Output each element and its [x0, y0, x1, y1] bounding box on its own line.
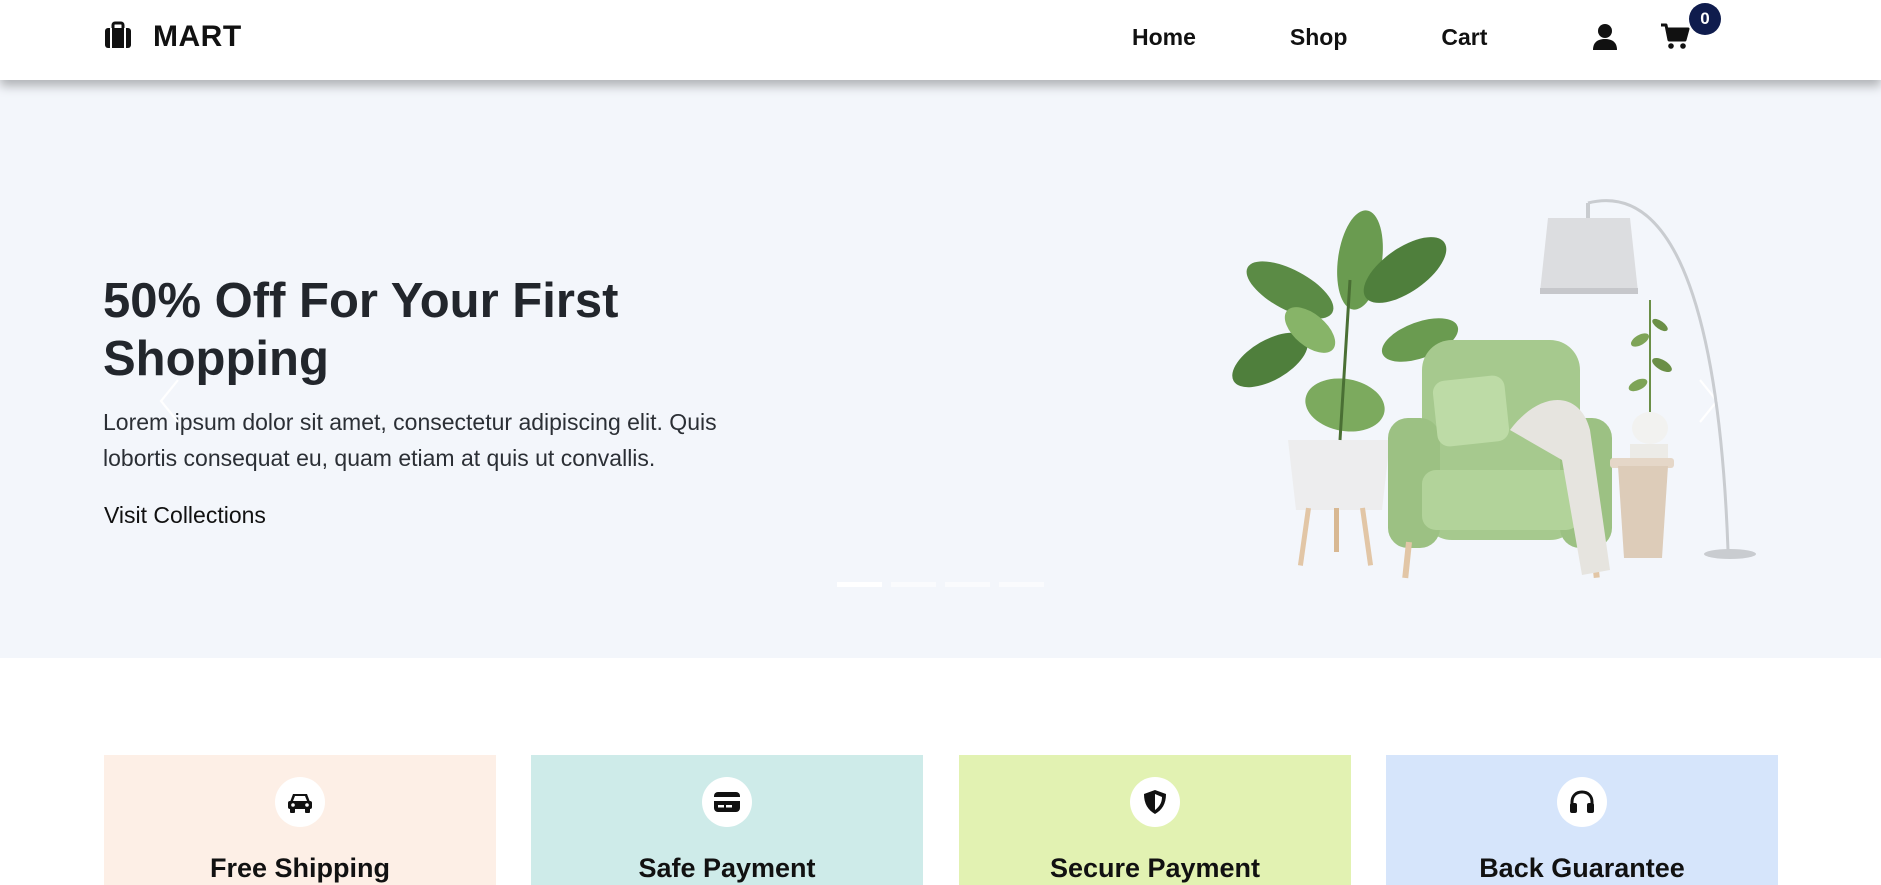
hero-title: 50% Off For Your First Shopping — [103, 274, 619, 386]
briefcase-icon — [103, 21, 133, 54]
cart-count-badge: 0 — [1689, 3, 1721, 35]
feature-card-free-shipping: Free Shipping — [104, 755, 496, 885]
feature-card-secure-payment: Secure Payment — [959, 755, 1351, 885]
hero-description: Lorem ipsum dolor sit amet, consectetur … — [103, 409, 717, 471]
features-section: Free Shipping Safe Payment Secure Paymen… — [0, 658, 1881, 885]
cart-icon[interactable] — [1660, 22, 1690, 55]
slide-indicator-3[interactable] — [945, 582, 990, 587]
nav-shop[interactable]: Shop — [1290, 24, 1348, 51]
hero-slider: 50% Off For Your First Shopping Lorem ip… — [0, 80, 1881, 658]
credit-card-icon — [702, 777, 752, 827]
navbar: MART Home Shop Cart 0 — [0, 0, 1881, 80]
brand-name: MART — [153, 20, 242, 53]
nav-cart[interactable]: Cart — [1441, 24, 1487, 51]
headphones-icon — [1557, 777, 1607, 827]
prev-slide-arrow-icon[interactable] — [158, 378, 180, 429]
slide-indicator-4[interactable] — [999, 582, 1044, 587]
feature-card-back-guarantee: Back Guarantee — [1386, 755, 1778, 885]
brand[interactable]: MART — [103, 20, 242, 54]
slide-indicator-2[interactable] — [891, 582, 936, 587]
feature-title: Free Shipping — [209, 853, 390, 883]
slide-indicators — [837, 582, 1044, 587]
feature-title: Back Guarantee — [1479, 853, 1685, 883]
shield-icon — [1130, 777, 1180, 827]
feature-title: Safe Payment — [638, 853, 816, 883]
car-icon — [275, 777, 325, 827]
hero-furniture-image — [1210, 190, 1810, 595]
main-nav: Home Shop Cart — [1132, 24, 1487, 51]
slide-indicator-1[interactable] — [837, 582, 882, 587]
feature-title: Secure Payment — [1049, 853, 1261, 883]
visit-collections-button[interactable]: Visit Collections — [104, 502, 266, 529]
user-icon[interactable] — [1592, 23, 1618, 56]
feature-card-safe-payment: Safe Payment — [531, 755, 923, 885]
nav-home[interactable]: Home — [1132, 24, 1196, 51]
